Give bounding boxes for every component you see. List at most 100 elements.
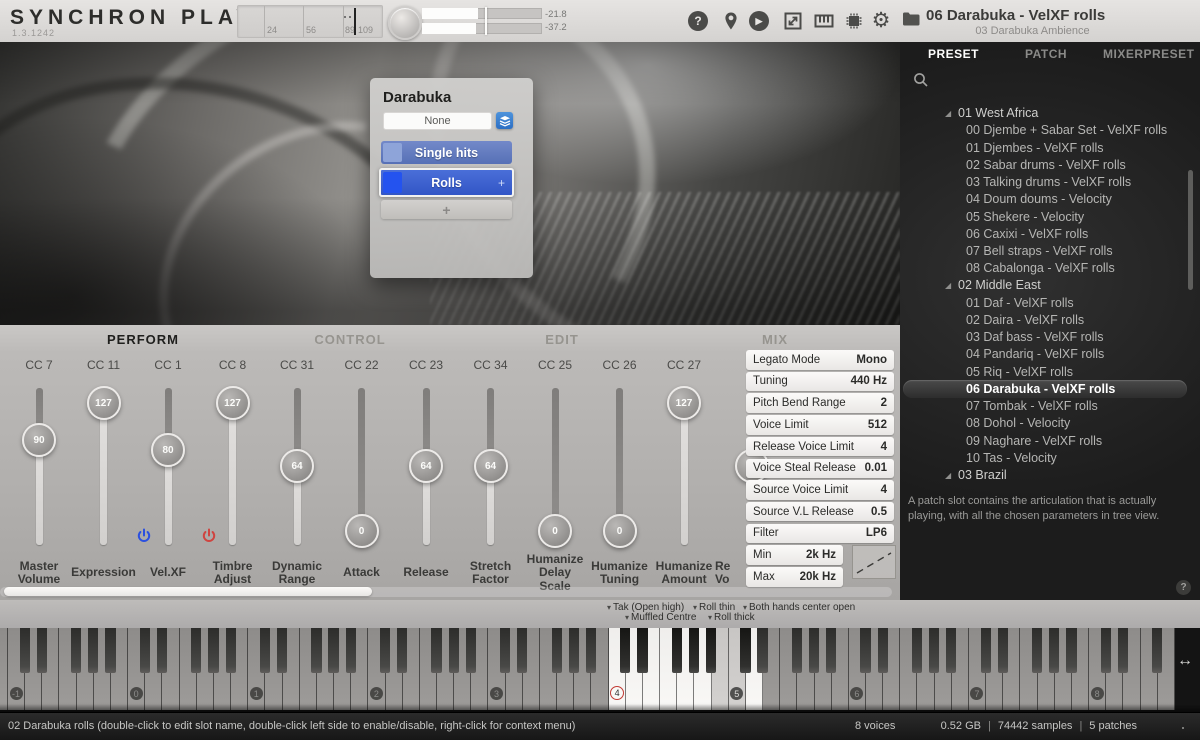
tree-item-row[interactable]: 03 Talking drums - VelXF rolls <box>900 173 1192 190</box>
black-key-As4[interactable] <box>706 628 716 673</box>
black-key-Ds0[interactable] <box>157 628 167 673</box>
param-value[interactable]: 440 Hz <box>851 375 894 387</box>
tree-item-row[interactable]: 09 Naghare - VelXF rolls <box>900 432 1192 449</box>
tree-item-row[interactable]: 04 Doum doums - Velocity <box>900 191 1192 208</box>
black-key-Gs5[interactable] <box>809 628 819 673</box>
black-key-Ds4[interactable] <box>637 628 647 673</box>
black-key-Fs7[interactable] <box>1032 628 1042 673</box>
param-row-pitch-bend-range[interactable]: Pitch Bend Range2 <box>746 393 894 413</box>
velocity-cursor[interactable] <box>354 8 356 35</box>
black-key-As5[interactable] <box>826 628 836 673</box>
articulation-button-rolls[interactable]: Rolls + <box>379 168 514 197</box>
articulation-enable-zone[interactable] <box>383 143 402 162</box>
black-key-Ds1[interactable] <box>277 628 287 673</box>
param-row-voice-limit[interactable]: Voice Limit512 <box>746 415 894 435</box>
black-key-Cs1[interactable] <box>260 628 270 673</box>
articulation-button-single-hits[interactable]: Single hits <box>381 141 512 164</box>
add-slot-button[interactable]: + <box>381 200 512 219</box>
black-key-Cs8[interactable] <box>1101 628 1111 673</box>
locate-icon[interactable] <box>721 11 741 31</box>
tree-item-row[interactable]: 04 Pandariq - VelXF rolls <box>900 346 1192 363</box>
black-key-Gs2[interactable] <box>449 628 459 673</box>
tree-item-row[interactable]: 03 Daf bass - VelXF rolls <box>900 329 1192 346</box>
black-key-As6[interactable] <box>946 628 956 673</box>
black-key-Ds6[interactable] <box>878 628 888 673</box>
black-key-Ds5[interactable] <box>757 628 767 673</box>
tree-item-row[interactable]: 10 Tas - Velocity <box>900 449 1192 466</box>
black-key-Ds8[interactable] <box>1118 628 1128 673</box>
resize-grip[interactable] <box>1182 727 1184 729</box>
black-key-Gs0[interactable] <box>208 628 218 673</box>
tree-item-row[interactable]: 02 Sabar drums - VelXF rolls <box>900 156 1192 173</box>
param-value[interactable]: 2 <box>881 397 894 409</box>
white-key-B-2[interactable] <box>0 628 8 710</box>
articulation-dropdown[interactable]: None <box>383 112 492 130</box>
black-key-As0[interactable] <box>226 628 236 673</box>
tree-item-row[interactable]: 08 Dohol - Velocity <box>900 415 1192 432</box>
keyboard-resize-icon[interactable]: ↔ <box>1177 652 1193 670</box>
param-row-tuning[interactable]: Tuning440 Hz <box>746 372 894 392</box>
articulation-enable-zone[interactable] <box>383 172 402 193</box>
tree-group-row[interactable]: ◢02 Middle East <box>900 277 1192 294</box>
black-key-Cs3[interactable] <box>500 628 510 673</box>
black-key-Fs2[interactable] <box>431 628 441 673</box>
param-row-voice-steal-release[interactable]: Voice Steal Release0.01 <box>746 459 894 479</box>
tree-item-row[interactable]: 07 Bell straps - VelXF rolls <box>900 242 1192 259</box>
browser-help-icon[interactable]: ? <box>1176 580 1191 595</box>
tree-item-row[interactable]: 05 Shekere - Velocity <box>900 208 1192 225</box>
settings-icon[interactable]: ⚙ <box>871 11 891 31</box>
keyboard-icon[interactable] <box>814 11 834 31</box>
volume-knob[interactable] <box>388 6 422 40</box>
black-key-Fs5[interactable] <box>792 628 802 673</box>
tree-item-row[interactable]: 01 Daf - VelXF rolls <box>900 294 1192 311</box>
param-row-release-voice-limit[interactable]: Release Voice Limit4 <box>746 437 894 457</box>
black-key-As2[interactable] <box>466 628 476 673</box>
black-key-Cs5[interactable] <box>740 628 750 673</box>
black-key-Fs4[interactable] <box>672 628 682 673</box>
black-key-Gs6[interactable] <box>929 628 939 673</box>
tree-item-row[interactable]: 06 Darabuka - VelXF rolls <box>900 380 1192 397</box>
black-key-Gs4[interactable] <box>689 628 699 673</box>
tree-item-row[interactable]: 08 Cabalonga - VelXF rolls <box>900 260 1192 277</box>
tree-group-row[interactable]: ◢01 West Africa <box>900 105 1192 122</box>
param-value[interactable]: 4 <box>881 484 894 496</box>
black-key-Fs6[interactable] <box>912 628 922 673</box>
black-key-Fs3[interactable] <box>552 628 562 673</box>
play-icon[interactable]: ▶ <box>749 11 769 31</box>
black-key-Ds3[interactable] <box>517 628 527 673</box>
tree-item-row[interactable]: 02 Daira - VelXF rolls <box>900 311 1192 328</box>
black-key-Fs8[interactable] <box>1152 628 1162 673</box>
collapse-triangle-icon[interactable]: ◢ <box>945 471 951 480</box>
param-row-min[interactable]: Min2k Hz <box>746 545 843 565</box>
black-key-Gs1[interactable] <box>328 628 338 673</box>
param-value[interactable]: 0.5 <box>871 506 894 518</box>
tree-item-row[interactable]: 07 Tombak - VelXF rolls <box>900 398 1192 415</box>
tree-item-row[interactable]: 05 Riq - VelXF rolls <box>900 363 1192 380</box>
tree-item-row[interactable]: 06 Caxixi - VelXF rolls <box>900 225 1192 242</box>
add-articulation-plus[interactable]: + <box>498 176 505 190</box>
black-key-Cs-1[interactable] <box>20 628 30 673</box>
black-key-As3[interactable] <box>586 628 596 673</box>
black-key-Gs7[interactable] <box>1049 628 1059 673</box>
tree-item-row[interactable]: 01 Djembes - VelXF rolls <box>900 139 1192 156</box>
tree-group-row[interactable]: ◢03 Brazil <box>900 467 1192 484</box>
param-row-filter[interactable]: FilterLP6 <box>746 524 894 544</box>
black-key-Cs2[interactable] <box>380 628 390 673</box>
black-key-Gs-1[interactable] <box>88 628 98 673</box>
param-row-source-voice-limit[interactable]: Source Voice Limit4 <box>746 480 894 500</box>
black-key-As-1[interactable] <box>105 628 115 673</box>
param-value[interactable]: 512 <box>868 419 894 431</box>
black-key-Gs3[interactable] <box>569 628 579 673</box>
param-row-max[interactable]: Max20k Hz <box>746 567 843 587</box>
black-key-Cs0[interactable] <box>140 628 150 673</box>
param-value[interactable]: 20k Hz <box>800 571 843 583</box>
param-value[interactable]: LP6 <box>866 527 894 539</box>
cpu-icon[interactable] <box>844 11 864 31</box>
black-key-Fs-1[interactable] <box>71 628 81 673</box>
volume-slider-handle[interactable] <box>485 7 487 35</box>
param-value[interactable]: 2k Hz <box>806 549 843 561</box>
param-value[interactable]: 0.01 <box>865 462 894 474</box>
param-value[interactable]: 4 <box>881 441 894 453</box>
param-value[interactable]: Mono <box>856 354 894 366</box>
black-key-As7[interactable] <box>1066 628 1076 673</box>
